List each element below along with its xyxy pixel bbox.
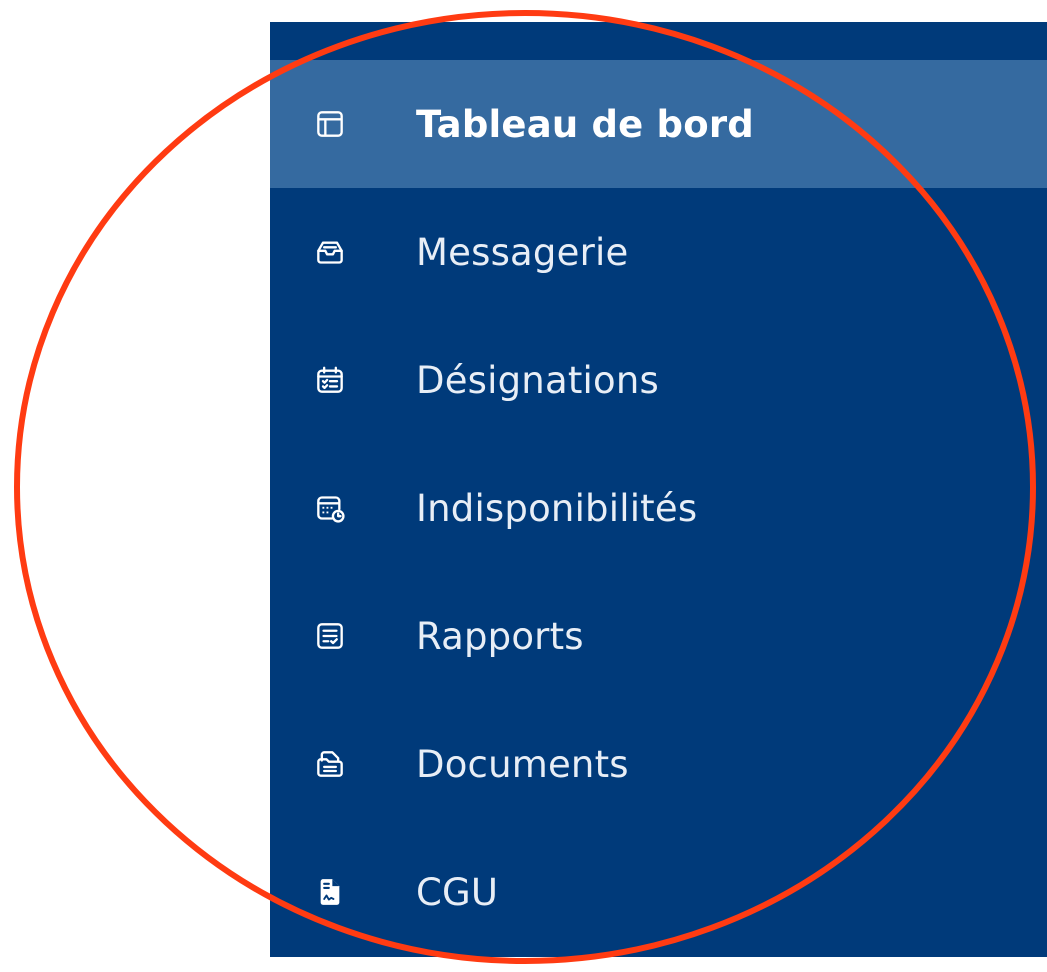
sidebar-item-indisponibilites[interactable]: Indisponibilités <box>270 444 1047 572</box>
sidebar-item-label: CGU <box>416 870 499 914</box>
sidebar-item-label: Tableau de bord <box>416 102 754 146</box>
inbox-icon <box>316 235 344 269</box>
sidebar-item-documents[interactable]: Documents <box>270 700 1047 828</box>
sidebar-item-label: Indisponibilités <box>416 486 698 530</box>
report-check-icon <box>316 619 344 653</box>
sidebar-item-label: Rapports <box>416 614 584 658</box>
calendar-check-icon <box>316 363 344 397</box>
sidebar-item-messagerie[interactable]: Messagerie <box>270 188 1047 316</box>
sidebar-item-rapports[interactable]: Rapports <box>270 572 1047 700</box>
sidebar-item-tableau-de-bord[interactable]: Tableau de bord <box>270 60 1047 188</box>
sidebar-item-label: Messagerie <box>416 230 629 274</box>
file-signature-icon <box>316 875 344 909</box>
sidebar-item-cgu[interactable]: CGU <box>270 828 1047 956</box>
sidebar-item-label: Désignations <box>416 358 659 402</box>
screenshot-stage: Tableau de bord Messagerie Désignations … <box>0 0 1047 972</box>
layout-icon <box>316 107 344 141</box>
sidebar-nav: Tableau de bord Messagerie Désignations … <box>270 22 1047 957</box>
folder-document-icon <box>316 747 344 781</box>
sidebar-item-label: Documents <box>416 742 629 786</box>
sidebar-item-designations[interactable]: Désignations <box>270 316 1047 444</box>
calendar-clock-icon <box>316 491 345 525</box>
